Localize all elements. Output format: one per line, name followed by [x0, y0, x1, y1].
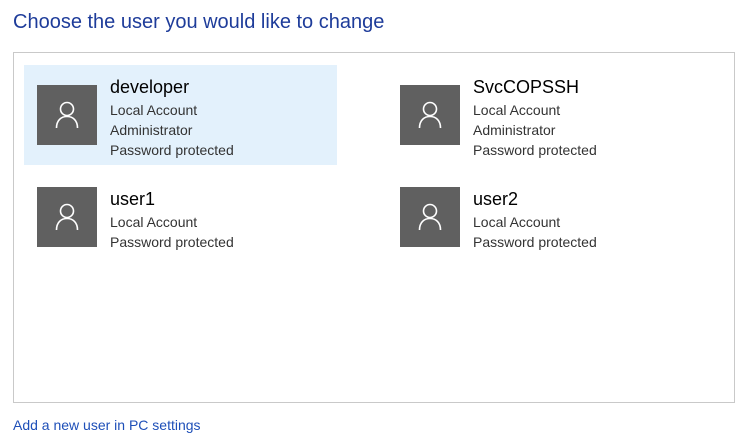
avatar [400, 187, 460, 247]
user-silhouette-icon [55, 101, 79, 129]
avatar [37, 187, 97, 247]
user-tile-user1[interactable]: user1 Local Account Password protected [24, 177, 337, 257]
password-status: Password protected [110, 142, 234, 158]
password-status: Password protected [473, 142, 597, 158]
user-name: user1 [110, 189, 156, 209]
user-tile-developer[interactable]: developer Local Account Administrator Pa… [24, 65, 337, 165]
user-name: developer [110, 77, 190, 97]
user-name: SvcCOPSSH [473, 77, 580, 97]
user-silhouette-icon [418, 203, 442, 231]
user-silhouette-icon [55, 203, 79, 231]
account-type: Local Account [473, 102, 561, 118]
user-info: SvcCOPSSH Local Account Administrator Pa… [473, 75, 597, 160]
user-silhouette-icon [418, 101, 442, 129]
account-type: Local Account [110, 214, 198, 230]
password-status: Password protected [473, 234, 597, 250]
account-type: Local Account [473, 214, 561, 230]
user-list-panel: developer Local Account Administrator Pa… [13, 52, 735, 403]
user-info: user1 Local Account Password protected [110, 187, 234, 252]
user-tile-user2[interactable]: user2 Local Account Password protected [387, 177, 700, 257]
user-info: developer Local Account Administrator Pa… [110, 75, 234, 160]
account-role: Administrator [110, 122, 193, 138]
user-info: user2 Local Account Password protected [473, 187, 597, 252]
password-status: Password protected [110, 234, 234, 250]
user-name: user2 [473, 189, 519, 209]
avatar [400, 85, 460, 145]
add-new-user-link[interactable]: Add a new user in PC settings [13, 415, 201, 435]
user-tile-svccopssh[interactable]: SvcCOPSSH Local Account Administrator Pa… [387, 65, 700, 165]
account-role: Administrator [473, 122, 556, 138]
avatar [37, 85, 97, 145]
account-type: Local Account [110, 102, 198, 118]
page-title: Choose the user you would like to change [13, 11, 385, 33]
